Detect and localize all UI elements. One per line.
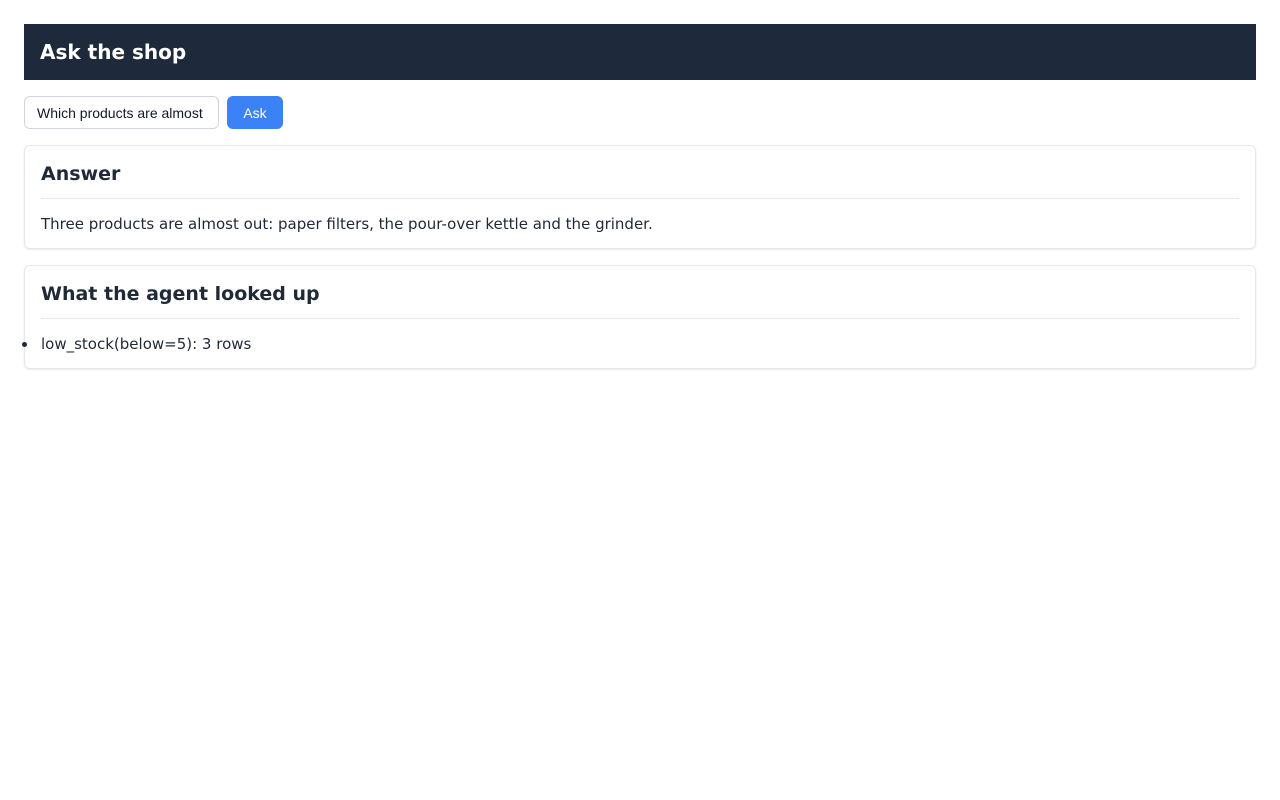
- lookup-item-label: low_stock(below=5): 3 rows: [41, 334, 252, 353]
- page-title: Ask the shop: [40, 40, 187, 64]
- page: Ask the shop Ask Answer Three products a…: [0, 0, 1280, 393]
- answer-text: Three products are almost out: paper fil…: [41, 214, 653, 233]
- app-header: Ask the shop: [24, 24, 1256, 80]
- question-input[interactable]: [24, 96, 219, 129]
- lookups-heading: What the agent looked up: [41, 282, 1239, 319]
- list-item: low_stock(below=5): 3 rows: [22, 334, 1239, 355]
- answer-heading: Answer: [41, 162, 1239, 199]
- lookups-card: What the agent looked up low_stock(below…: [22, 265, 1256, 370]
- answer-card: Answer Three products are almost out: pa…: [24, 145, 1256, 250]
- ask-form: Ask: [24, 96, 1256, 129]
- bullet-icon: [22, 341, 27, 347]
- lookups-list: low_stock(below=5): 3 rows: [22, 334, 1239, 355]
- ask-button[interactable]: Ask: [227, 96, 283, 129]
